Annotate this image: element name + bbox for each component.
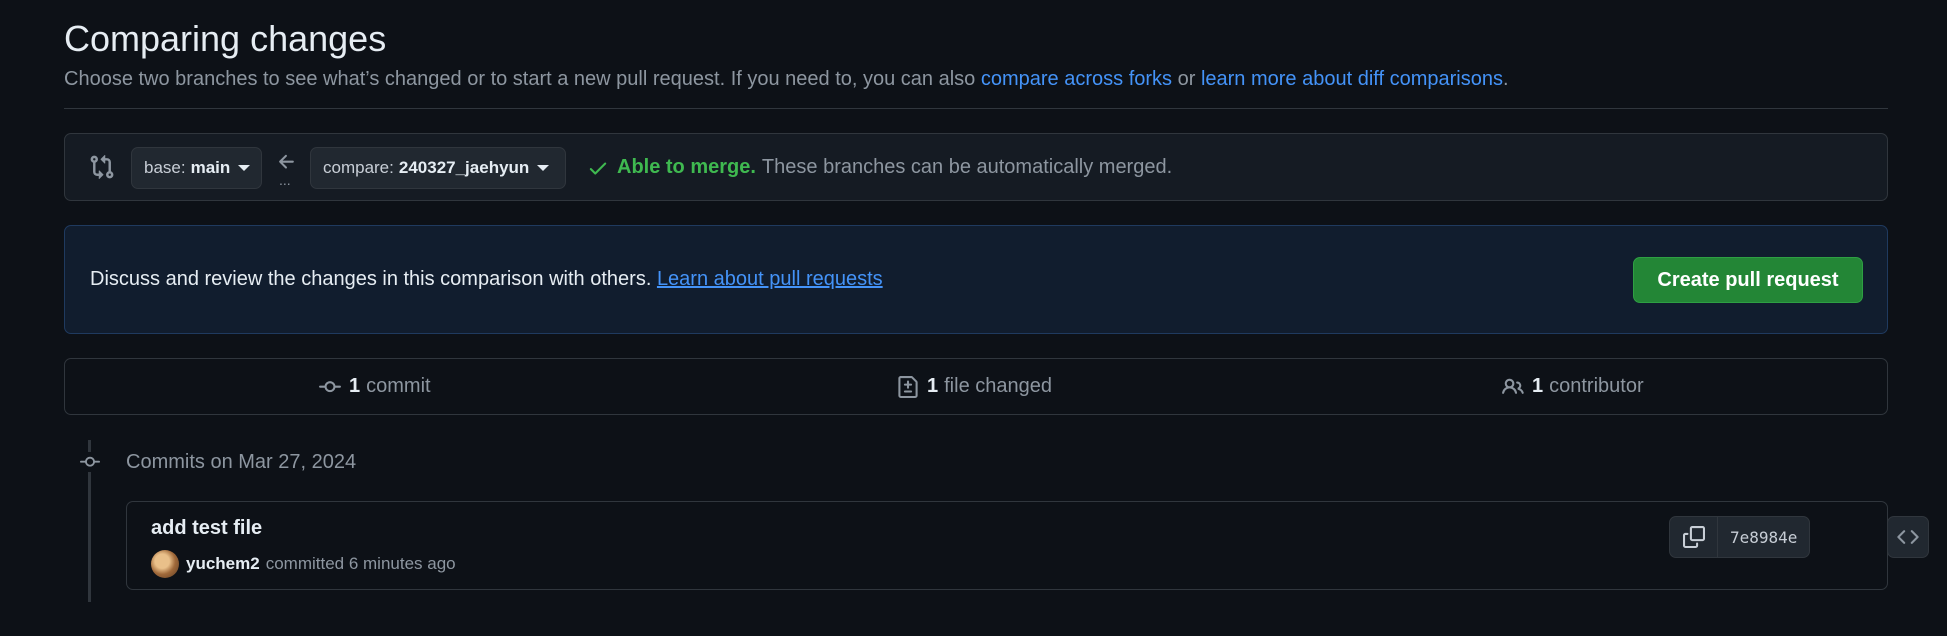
create-pull-request-button[interactable]: Create pull request <box>1633 257 1863 303</box>
compare-branch-name: 240327_jaehyun <box>398 158 530 177</box>
banner-text: Discuss and review the changes in this c… <box>90 268 883 291</box>
stat-commits[interactable]: 1 commit <box>319 375 431 398</box>
learn-pull-requests-link[interactable]: Learn about pull requests <box>657 268 883 290</box>
banner-message: Discuss and review the changes in this c… <box>90 268 657 290</box>
subtitle-suffix: . <box>1502 68 1509 90</box>
header-divider <box>64 108 1888 109</box>
copy-icon <box>1682 526 1705 548</box>
check-icon <box>589 162 607 175</box>
code-icon <box>1897 530 1919 544</box>
chevron-down-icon <box>537 165 550 171</box>
commit-message-link[interactable]: add test file <box>151 517 262 540</box>
range-dots: ... <box>279 172 291 188</box>
git-commit-icon <box>319 380 341 392</box>
contributors-count: 1 <box>1532 375 1544 397</box>
commits-label: commit <box>366 375 431 397</box>
compare-branch-select[interactable]: compare: 240327_jaehyun <box>310 147 566 189</box>
merge-message: These branches can be automatically merg… <box>761 156 1173 178</box>
avatar[interactable] <box>151 550 179 578</box>
files-label: file changed <box>944 375 1052 397</box>
compare-across-forks-link[interactable]: compare across forks <box>981 68 1172 90</box>
stat-files-changed[interactable]: 1 file changed <box>897 375 1052 398</box>
commit-author[interactable]: yuchem2 <box>186 554 260 574</box>
chevron-down-icon <box>238 165 251 171</box>
commit-sha-group: 7e8984e <box>1669 516 1811 558</box>
merge-ok-text: Able to merge. <box>617 156 756 178</box>
files-count: 1 <box>927 375 939 397</box>
browse-repository-button[interactable] <box>1887 516 1929 558</box>
git-commit-icon <box>77 452 103 472</box>
copy-sha-button[interactable] <box>1670 517 1718 557</box>
comparison-stats: 1 commit 1 file changed 1 contributor <box>64 358 1888 415</box>
commit-time: committed 6 minutes ago <box>265 554 456 573</box>
page-subtitle: Choose two branches to see what’s change… <box>64 68 1509 91</box>
people-icon <box>1502 378 1524 394</box>
commits-count: 1 <box>349 375 361 397</box>
base-branch-select[interactable]: base: main <box>131 147 262 189</box>
commits-date-heading: Commits on Mar 27, 2024 <box>126 451 357 473</box>
learn-diff-comparisons-link[interactable]: learn more about diff comparisons <box>1201 68 1503 90</box>
subtitle-or: or <box>1172 68 1201 90</box>
page-title: Comparing changes <box>64 18 387 59</box>
pull-request-banner: Discuss and review the changes in this c… <box>64 225 1888 334</box>
commit-sha-link[interactable]: 7e8984e <box>1718 517 1809 557</box>
git-compare-icon <box>90 154 114 180</box>
subtitle-prefix: Choose two branches to see what’s change… <box>64 68 981 90</box>
range-editor: base: main ... compare: 240327_jaehyun A… <box>64 133 1888 201</box>
base-label: base: <box>144 158 186 177</box>
base-branch-name: main <box>190 158 231 177</box>
commit-item: add test file yuchem2 committed 6 minute… <box>126 501 1929 590</box>
commit-meta: yuchem2 committed 6 minutes ago <box>151 550 456 578</box>
file-diff-icon <box>898 375 918 398</box>
compare-label: compare: <box>323 158 394 177</box>
contributors-label: contributor <box>1549 375 1644 397</box>
merge-status: Able to merge. These branches can be aut… <box>587 156 1172 179</box>
stat-contributors[interactable]: 1 contributor <box>1502 375 1644 398</box>
arrow-left-icon <box>279 154 294 169</box>
